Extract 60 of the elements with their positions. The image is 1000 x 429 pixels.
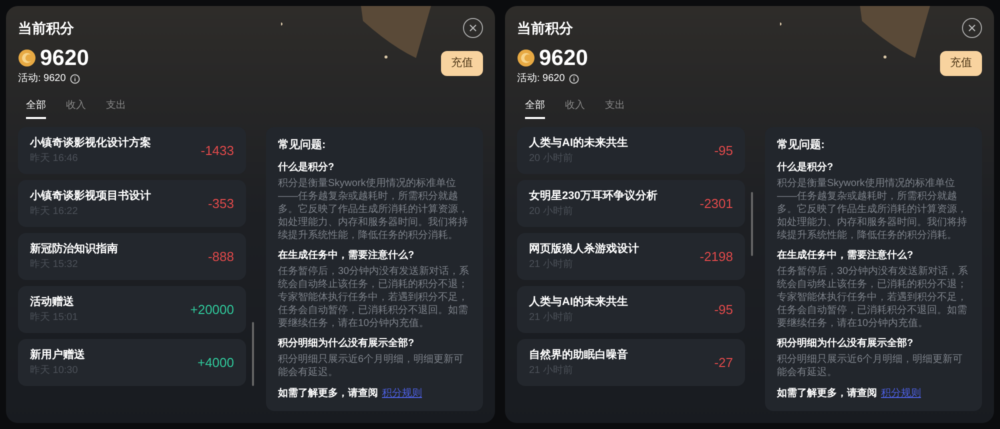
transaction-title: 小镇奇谈影视化设计方案 <box>30 135 151 151</box>
balance-value: 9620 <box>539 47 588 69</box>
filter-tab[interactable]: 全部 <box>26 98 46 119</box>
faq-question: 积分明细为什么没有展示全部? <box>777 336 914 350</box>
faq-footer: 如需了解更多，请查阅 <box>278 386 378 401</box>
transaction-amount: -27 <box>714 354 733 372</box>
transaction-title: 自然界的助眠白噪音 <box>529 348 628 363</box>
filter-tab[interactable]: 全部 <box>525 98 545 119</box>
transaction-amount: +20000 <box>190 300 234 319</box>
faq-question: 在生成任务中，需要注意什么? <box>278 248 416 262</box>
faq-question: 在生成任务中，需要注意什么? <box>777 248 914 262</box>
filter-tab[interactable]: 支出 <box>106 98 126 119</box>
close-icon <box>968 24 976 32</box>
transaction-title: 新冠防治知识指南 <box>30 242 118 257</box>
transaction-amount: -95 <box>714 142 733 160</box>
filter-tab[interactable]: 支出 <box>605 98 625 119</box>
faq-answer: 任务暂停后，30分钟内没有发送新对话，系统会自动终止该任务，已消耗的积分不退；专家智能体执行任务中，若遇到积分不足，任务会自动暂停，已消耗积分不退回。如需要继续任务，请在10分钟内充值。 <box>278 264 470 330</box>
activity-points: 活动: 9620 <box>517 72 565 86</box>
transaction-title: 人类与AI的未来共生 <box>529 136 628 151</box>
close-button[interactable] <box>463 18 483 38</box>
coin-icon <box>18 49 36 67</box>
faq-answer: 任务暂停后，30分钟内没有发送新对话，系统会自动终止该任务，已消耗的积分不退；专家智能体执行任务中，若遇到积分不足，任务会自动暂停，已消耗积分不退回。如需要继续任务，请在10分钟内充值。 <box>777 264 970 330</box>
transaction-title: 活动赠送 <box>30 294 75 310</box>
activity-points: 活动: 9620 <box>18 72 66 86</box>
faq-heading: 常见问题: <box>777 138 826 153</box>
scrollbar[interactable] <box>252 322 254 386</box>
recharge-button[interactable]: 充值 <box>441 51 483 76</box>
transaction-title: 新用户赠送 <box>30 348 85 363</box>
transaction-amount: +4000 <box>197 354 234 372</box>
transaction-title: 人类与AI的未来共生 <box>529 294 628 310</box>
transaction-title: 网页版狼人杀游戏设计 <box>529 242 639 257</box>
faq-question: 积分明细为什么没有展示全部? <box>278 336 416 350</box>
transaction-amount: -2301 <box>700 194 733 213</box>
transaction-title: 小镇奇谈影视项目书设计 <box>30 188 151 204</box>
transaction-amount: -888 <box>208 248 234 266</box>
info-icon[interactable] <box>70 74 80 84</box>
close-button[interactable] <box>962 18 982 38</box>
faq-footer: 如需了解更多，请查阅 <box>777 386 877 401</box>
recharge-button[interactable]: 充值 <box>940 51 982 76</box>
filter-tab[interactable]: 收入 <box>565 98 585 119</box>
transaction-amount: -95 <box>714 300 733 319</box>
transaction-amount: -2198 <box>700 248 733 266</box>
info-icon[interactable] <box>568 74 579 84</box>
close-icon <box>469 24 477 32</box>
panel-title: 当前积分 <box>517 19 573 38</box>
transaction-title: 女明星230万耳环争议分析 <box>529 188 658 204</box>
faq-question: 什么是积分? <box>278 160 336 174</box>
coin-icon <box>517 49 535 67</box>
faq-answer: 积分明细只展示近6个月明细，明细更新可能会有延迟。 <box>777 352 964 378</box>
filter-tab[interactable]: 收入 <box>66 98 86 119</box>
transaction-amount: -353 <box>208 194 234 213</box>
faq-answer: 积分是衡量Skywork使用情况的标准单位——任务越复杂或越耗时，所需积分就越多。它反映了作品生成所消耗的计算资源，如处理能力、内存和服务器时间。我们将持续提升系统性能，降低任务的积分消耗。 <box>777 176 968 242</box>
faq-answer: 积分是衡量Skywork使用情况的标准单位——任务越复杂或越耗时，所需积分就越多。它反映了作品生成所消耗的计算资源，如处理能力、内存和服务器时间。我们将持续提升系统性能，降低任务的积分消耗。 <box>278 176 469 242</box>
balance-value: 9620 <box>40 47 89 69</box>
faq-heading: 常见问题: <box>278 138 327 153</box>
panel-title: 当前积分 <box>18 19 74 38</box>
scrollbar[interactable] <box>751 192 753 256</box>
faq-question: 什么是积分? <box>777 160 834 174</box>
transaction-amount: -1433 <box>200 142 234 160</box>
faq-answer: 积分明细只展示近6个月明细，明细更新可能会有延迟。 <box>278 352 465 378</box>
